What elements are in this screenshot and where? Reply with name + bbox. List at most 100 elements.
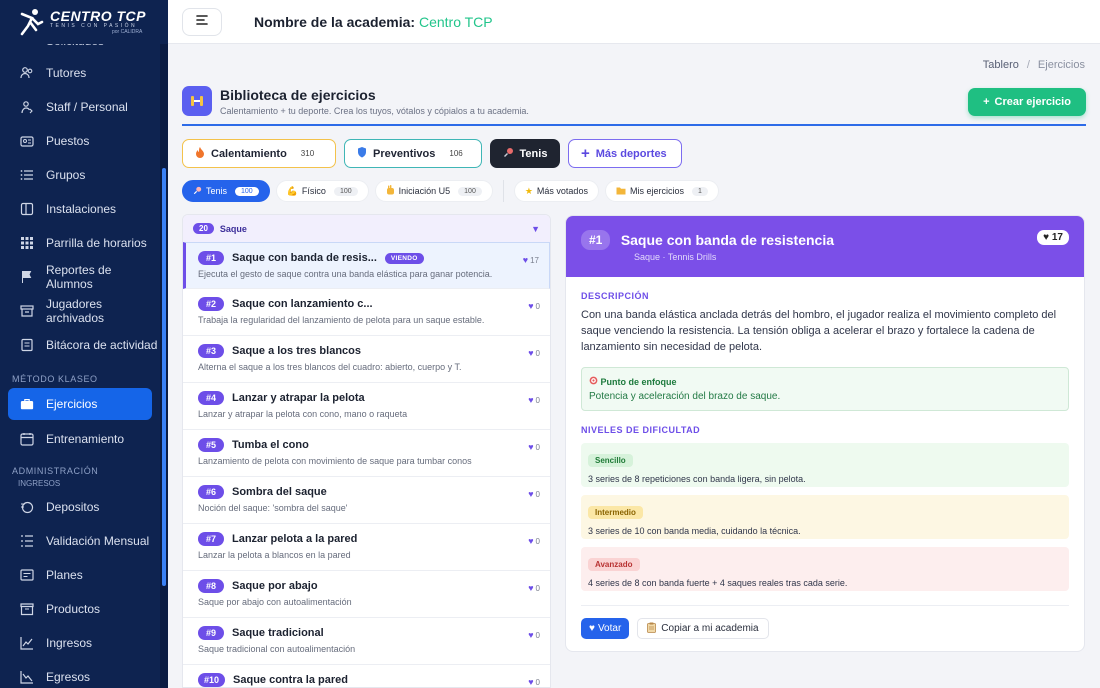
exercise-likes[interactable]: ♥ 0: [528, 395, 540, 405]
exercise-likes[interactable]: ♥ 0: [528, 630, 540, 640]
exercise-title: Saque con lanzamiento c...: [232, 298, 373, 310]
fire-icon: [195, 146, 205, 161]
filter-mas-votados[interactable]: ★ Más votados: [513, 180, 599, 202]
exercise-row[interactable]: #1 Saque con banda de resis... VIENDO Ejecu…: [183, 242, 550, 289]
level-text: 3 series de 10 con banda media, cuidando…: [588, 526, 801, 536]
sidebar-item-productos[interactable]: Productos: [0, 592, 160, 626]
sidebar-item-label: Instalaciones: [46, 202, 117, 216]
exercise-row[interactable]: #5 Tumba el cono Lanzamiento de pelota con…: [183, 430, 550, 477]
menu-toggle-button[interactable]: [182, 7, 222, 36]
sidebar-item-instalaciones[interactable]: Instalaciones: [0, 192, 160, 226]
level-text: 3 series de 8 repeticiones con banda lig…: [588, 474, 806, 484]
exercise-title: Saque por abajo: [232, 580, 318, 592]
exercise-likes[interactable]: ♥ 0: [528, 442, 540, 452]
filter-count: 100: [235, 186, 259, 196]
likes-count: 0: [535, 301, 540, 311]
sidebar-item-validacion[interactable]: Validación Mensual: [0, 524, 160, 558]
menu-icon: [195, 13, 209, 31]
sidebar-item-ingresos[interactable]: Ingresos: [0, 626, 160, 660]
heart-icon: ♥: [528, 395, 534, 405]
checklist-icon: [20, 534, 34, 548]
heart-icon: ♥: [528, 442, 534, 452]
sidebar-item-egresos[interactable]: Egresos: [0, 660, 160, 688]
exercise-likes[interactable]: ♥ 0: [528, 489, 540, 499]
sidebar-item-label: Egresos: [46, 670, 91, 684]
section-administracion: ADMINISTRACIÓN: [12, 466, 99, 476]
exercise-row[interactable]: #2 Saque con lanzamiento c... Trabaja la r…: [183, 289, 550, 336]
tab-preventivos[interactable]: Preventivos 106: [344, 139, 482, 168]
tab-calentamiento[interactable]: Calentamiento 310: [182, 139, 336, 168]
group-header-saque[interactable]: 20 Saque ▼: [183, 215, 550, 242]
heart-icon: ♥: [528, 630, 534, 640]
archive-icon: [20, 304, 34, 318]
filter-count: 100: [333, 186, 358, 196]
exercise-likes[interactable]: ♥ 0: [528, 583, 540, 593]
exercise-row[interactable]: #6 Sombra del saque Noción del saque: 'som…: [183, 477, 550, 524]
exercise-row[interactable]: #4 Lanzar y atrapar la pelota Lanzar y atr…: [183, 383, 550, 430]
sidebar-item-label: Tutores: [46, 66, 87, 80]
page-subtitle: Calentamiento + tu deporte. Crea los tuy…: [220, 105, 529, 116]
sidebar-item-puestos[interactable]: Puestos: [0, 124, 160, 158]
sidebar-item-label: Grupos: [46, 168, 86, 182]
exercise-description: Alterna el saque a los tres blancos del …: [198, 362, 462, 372]
tab-tenis[interactable]: Tenis: [490, 139, 560, 168]
sidebar-item-planes[interactable]: Planes: [0, 558, 160, 592]
sidebar-item-grupos[interactable]: Grupos: [0, 158, 160, 192]
filter-fisico[interactable]: 💪 Físico 100: [275, 180, 369, 202]
sidebar-item-tutores[interactable]: Tutores: [0, 56, 160, 90]
sidebar-item-label: Parrilla de horarios: [46, 236, 147, 250]
exercise-row[interactable]: #10 Saque contra la pared ♥ 0: [183, 665, 550, 687]
sidebar-item-label: Validación Mensual: [46, 534, 150, 548]
brand-title: CENTRO TCP: [50, 8, 146, 24]
sidebar-item-depositos[interactable]: Depositos: [0, 490, 160, 524]
hand-icon: [386, 185, 395, 197]
sidebar-item-label: Puestos: [46, 134, 90, 148]
exercise-likes[interactable]: ♥ 17: [523, 255, 539, 265]
likes-count: 0: [535, 583, 540, 593]
level-sencillo: Sencillo 3 series de 8 repeticiones con …: [581, 443, 1069, 487]
star-icon: ★: [524, 185, 533, 196]
breadcrumb: Tablero / Ejercicios: [983, 59, 1085, 71]
brand-by: por CALIDRA: [112, 29, 143, 35]
sidebar-item-ejercicios[interactable]: Ejercicios: [8, 388, 152, 420]
chart-up-icon: [20, 636, 34, 650]
filter-label: Tenis: [206, 186, 228, 196]
filter-iniciacion-u5[interactable]: Iniciación U5 100: [374, 180, 493, 202]
chart-down-icon: [20, 670, 34, 684]
exercise-likes[interactable]: ♥ 0: [528, 677, 540, 687]
sidebar-item-entrenamiento[interactable]: Entrenamiento: [0, 422, 160, 456]
exercise-likes[interactable]: ♥ 0: [528, 348, 540, 358]
heart-icon: ♥: [528, 677, 534, 687]
exercise-row[interactable]: #3 Saque a los tres blancos Alterna el saq…: [183, 336, 550, 383]
exercise-row[interactable]: #9 Saque tradicional Saque tradicional con…: [183, 618, 550, 665]
sidebar-scrollbar-thumb[interactable]: [162, 168, 166, 586]
filter-tenis[interactable]: Tenis 100: [182, 180, 270, 202]
breadcrumb-root[interactable]: Tablero: [983, 59, 1019, 71]
copy-to-academy-button[interactable]: Copiar a mi academia: [637, 618, 769, 639]
exercise-row[interactable]: #7 Lanzar pelota a la pared Lanzar la pelo…: [183, 524, 550, 571]
vote-label: Votar: [597, 623, 622, 634]
sidebar-item-staff[interactable]: Staff / Personal: [0, 90, 160, 124]
level-badge: Avanzado: [588, 558, 640, 571]
brand-logo[interactable]: CENTRO TCP TENIS CON PASIÓN por CALIDRA: [0, 0, 168, 44]
sidebar-item-parrilla[interactable]: Parrilla de horarios: [0, 226, 160, 260]
target-icon: [589, 376, 598, 387]
level-text: 4 series de 8 con banda fuerte + 4 saque…: [588, 578, 848, 588]
levels-label: NIVELES DE DIFICULTAD: [581, 425, 701, 435]
likes-count: 0: [535, 630, 540, 640]
filter-label: Más votados: [536, 186, 588, 196]
sidebar-item-label: Depositos: [46, 500, 100, 514]
exercise-likes[interactable]: ♥ 0: [528, 301, 540, 311]
tab-label: Calentamiento: [211, 147, 287, 160]
exercise-likes[interactable]: ♥ 0: [528, 536, 540, 546]
sidebar-item-reportes[interactable]: Reportes de Alumnos: [0, 260, 160, 294]
sidebar-item-bitacora[interactable]: Bitácora de actividad: [0, 328, 160, 362]
vote-button[interactable]: ♥ Votar: [581, 618, 630, 639]
tab-mas-deportes[interactable]: + Más deportes: [568, 139, 682, 168]
sidebar-item-archivados[interactable]: Jugadores archivados: [0, 294, 160, 328]
description-text: Con una banda elástica anclada detrás de…: [581, 309, 1057, 353]
create-exercise-button[interactable]: + Crear ejercicio: [968, 88, 1086, 116]
heart-icon: ♥: [528, 489, 534, 499]
exercise-row[interactable]: #8 Saque por abajo Saque por abajo con aut…: [183, 571, 550, 618]
filter-mis-ejercicios[interactable]: Mis ejercicios 1: [604, 180, 719, 202]
